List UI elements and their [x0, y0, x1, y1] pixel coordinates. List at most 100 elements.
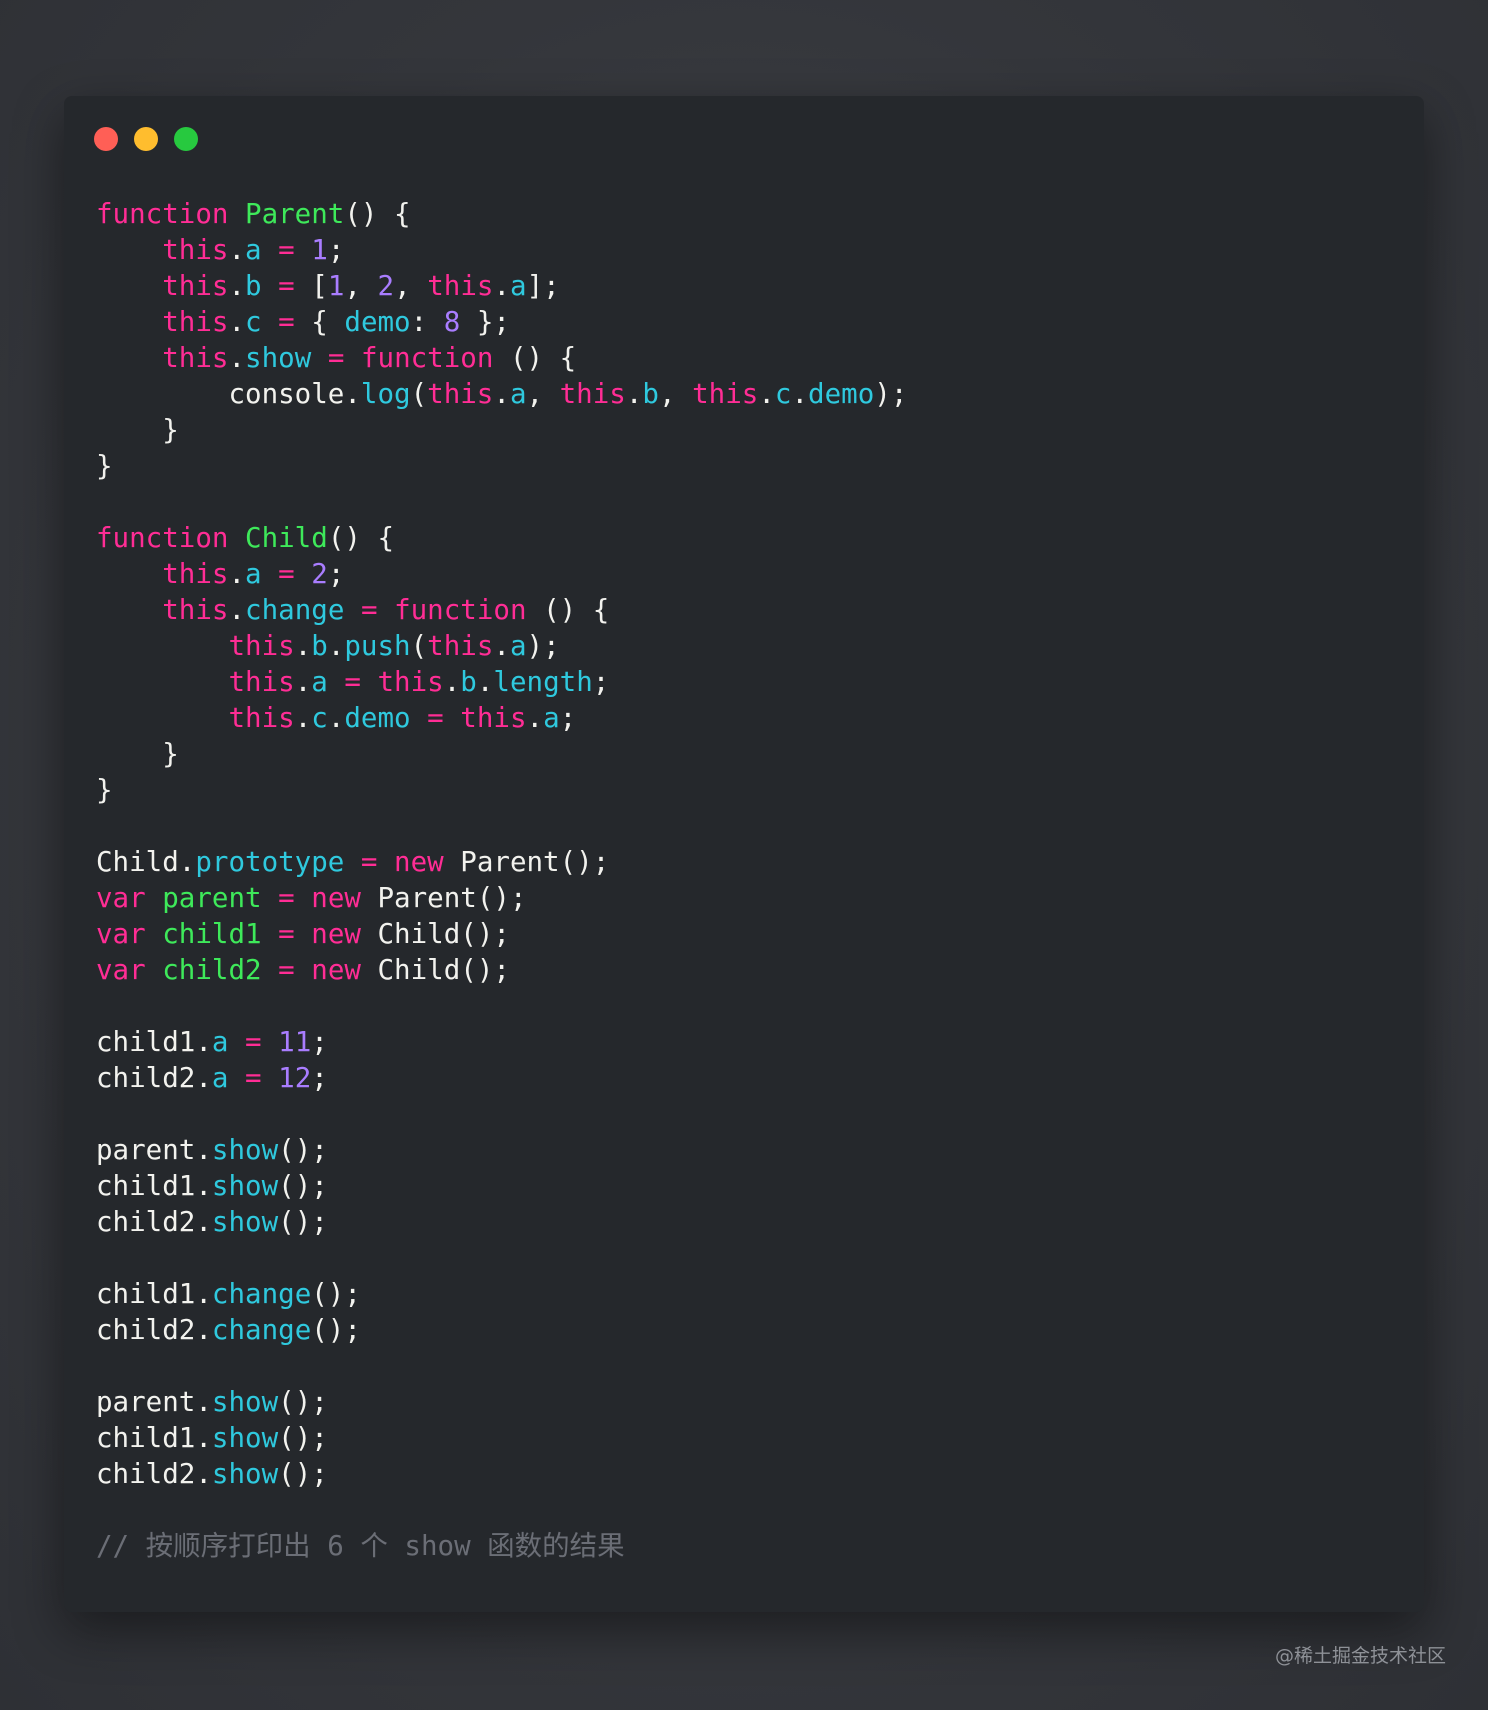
code-token: . [228, 558, 246, 590]
code-token: { [294, 306, 345, 338]
code-line: this.c = { demo: 8 }; [96, 304, 907, 340]
code-token: child1 [162, 918, 262, 950]
code-token: this [162, 306, 229, 338]
code-token: = [327, 342, 345, 374]
code-line: function Parent() { [96, 196, 907, 232]
code-token: this [162, 270, 229, 302]
code-token: . [493, 270, 511, 302]
code-line: this.a = 1; [96, 232, 907, 268]
code-token: (); [278, 1170, 328, 1202]
code-line: console.log(this.a, this.b, this.c.demo)… [96, 376, 907, 412]
code-token: push [344, 630, 411, 662]
code-token: }; [460, 306, 510, 338]
minimize-dot-icon[interactable] [134, 127, 158, 151]
code-token: child2. [96, 1314, 212, 1346]
code-token: this [162, 342, 229, 374]
code-token: Child(); [360, 918, 510, 950]
code-token: Child. [96, 846, 196, 878]
code-token: this [692, 378, 759, 410]
code-token: child2. [96, 1062, 212, 1094]
code-token: demo [344, 306, 411, 338]
code-window: function Parent() { this.a = 1; this.b =… [64, 96, 1424, 1612]
code-line: child2.change(); [96, 1312, 907, 1348]
code-token: b [311, 630, 328, 662]
code-token: } [96, 774, 113, 806]
code-token: Child [245, 522, 328, 554]
code-token: 1 [311, 234, 328, 266]
code-line: } [96, 772, 907, 808]
code-line: this.c.demo = this.a; [96, 700, 907, 736]
code-token: new [394, 846, 444, 878]
code-token: (); [311, 1314, 361, 1346]
code-token: . [625, 378, 643, 410]
code-line: parent.show(); [96, 1384, 907, 1420]
code-token: child2. [96, 1458, 212, 1490]
code-token: this [460, 702, 527, 734]
code-line: this.a = this.b.length; [96, 664, 907, 700]
code-token: new [311, 882, 361, 914]
code-token: : [410, 306, 444, 338]
code-token: ( [410, 378, 428, 410]
code-token: var [96, 918, 146, 950]
code-token: show [211, 1134, 279, 1166]
code-token: ; [592, 666, 610, 698]
code-line: child1.change(); [96, 1276, 907, 1312]
code-token: . [228, 306, 246, 338]
code-token: a [509, 630, 527, 662]
code-token: function [96, 522, 229, 554]
code-token: b [460, 666, 477, 698]
code-token: this [162, 558, 229, 590]
code-token: change [211, 1314, 312, 1346]
code-token: var [96, 954, 146, 986]
code-token: Parent [245, 198, 345, 230]
code-token: ]; [526, 270, 560, 302]
maximize-dot-icon[interactable] [174, 127, 198, 151]
code-token: log [360, 378, 411, 410]
code-token: 11 [278, 1026, 312, 1058]
code-token: this [162, 594, 229, 626]
window-controls [94, 127, 198, 151]
code-token: (); [278, 1422, 328, 1454]
code-token: } [96, 738, 179, 770]
code-token: . [791, 378, 809, 410]
code-token: child1. [96, 1422, 212, 1454]
code-token: a [245, 558, 262, 590]
code-token: parent. [96, 1134, 212, 1166]
code-token: c [311, 702, 328, 734]
code-token: (); [278, 1206, 328, 1238]
code-token: ); [526, 630, 560, 662]
code-token: ; [311, 1026, 328, 1058]
close-dot-icon[interactable] [94, 127, 118, 151]
code-token: = [245, 1062, 262, 1094]
code-token: () { [493, 342, 577, 374]
code-token: = [245, 1026, 262, 1058]
code-token: = [427, 702, 444, 734]
code-token: . [228, 234, 246, 266]
code-token: () { [526, 594, 610, 626]
code-token: (); [311, 1278, 361, 1310]
code-token: (); [278, 1134, 328, 1166]
code-line: // 按顺序打印出 6 个 show 函数的结果 [96, 1528, 907, 1564]
code-token: show [245, 342, 312, 374]
code-token: . [493, 630, 510, 662]
code-token: = [360, 594, 378, 626]
